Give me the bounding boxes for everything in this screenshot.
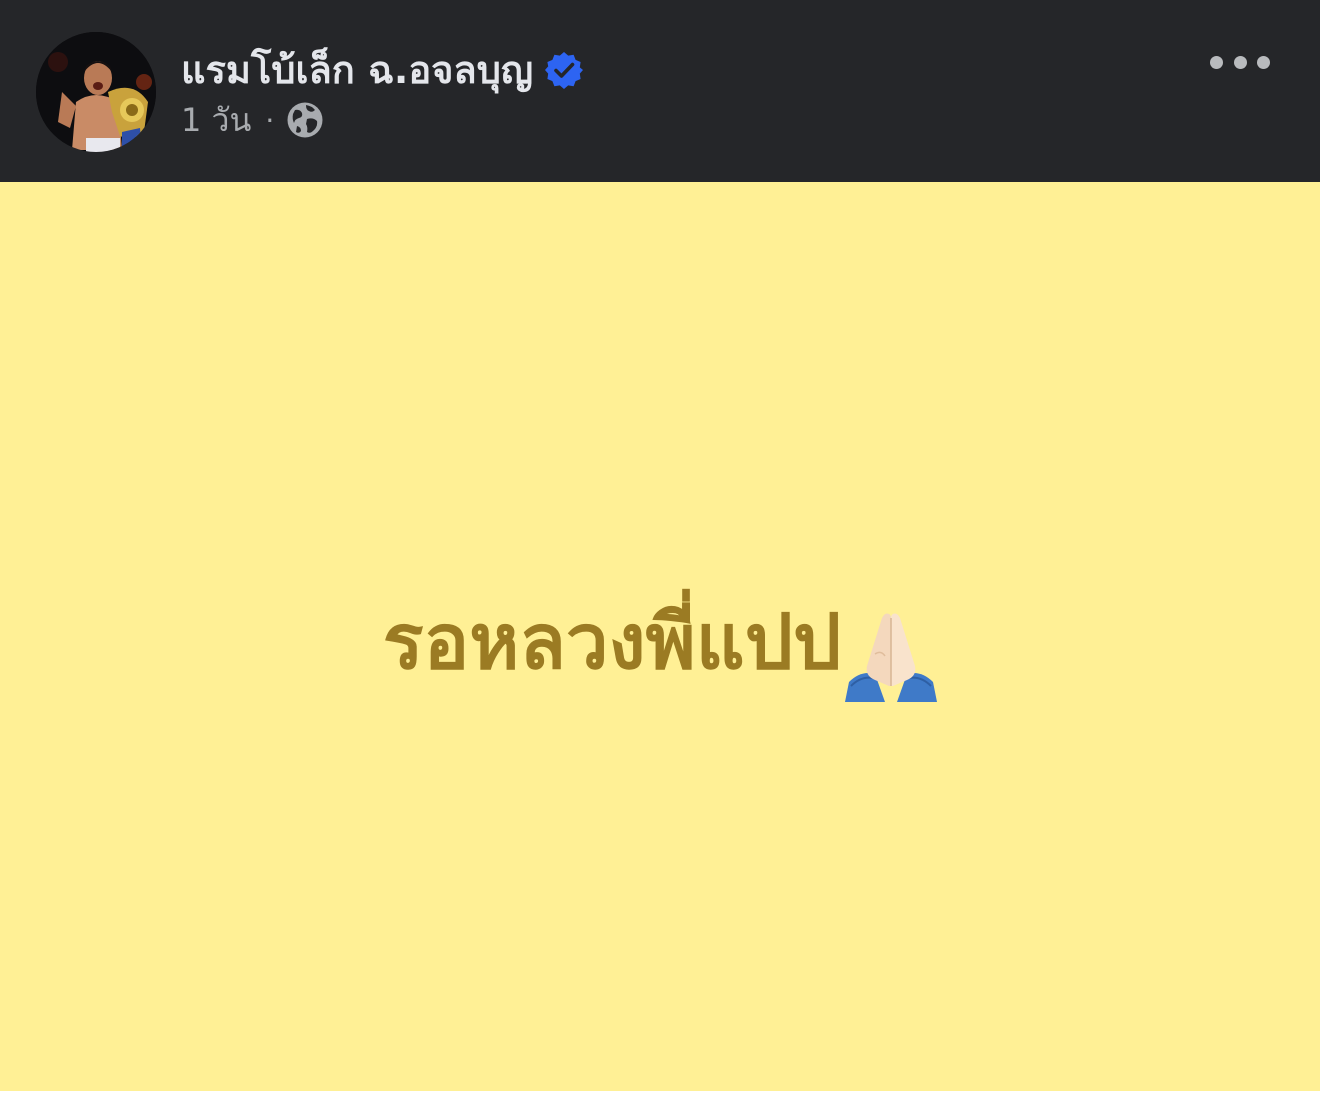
author-name[interactable]: แรมโบ้เล็ก ฉ.อจลบุญ <box>181 40 533 100</box>
post-meta: 1 วัน · <box>181 98 324 142</box>
post-header: แรมโบ้เล็ก ฉ.อจลบุญ 1 วัน · <box>0 0 1320 182</box>
author-avatar[interactable] <box>36 32 156 152</box>
status-text: รอหลวงพี่แปป <box>382 596 842 686</box>
globe-icon[interactable] <box>286 101 324 139</box>
status-background-card: รอหลวงพี่แปป <box>0 182 1320 1091</box>
meta-separator: · <box>265 103 275 137</box>
post: แรมโบ้เล็ก ฉ.อจลบุญ 1 วัน · รอหลวงพี่แปป <box>0 0 1320 1093</box>
more-dot-icon <box>1210 55 1223 69</box>
verified-badge-icon <box>545 51 584 89</box>
status-text-row: รอหลวงพี่แปป <box>383 582 938 702</box>
author-row: แรมโบ้เล็ก ฉ.อจลบุญ <box>181 40 584 100</box>
folded-hands-emoji-icon <box>845 610 938 702</box>
more-dot-icon <box>1233 55 1247 69</box>
avatar-image <box>36 32 156 152</box>
post-timestamp[interactable]: 1 วัน <box>181 95 251 146</box>
more-options-button[interactable] <box>1210 44 1270 80</box>
more-dot-icon <box>1257 55 1270 69</box>
